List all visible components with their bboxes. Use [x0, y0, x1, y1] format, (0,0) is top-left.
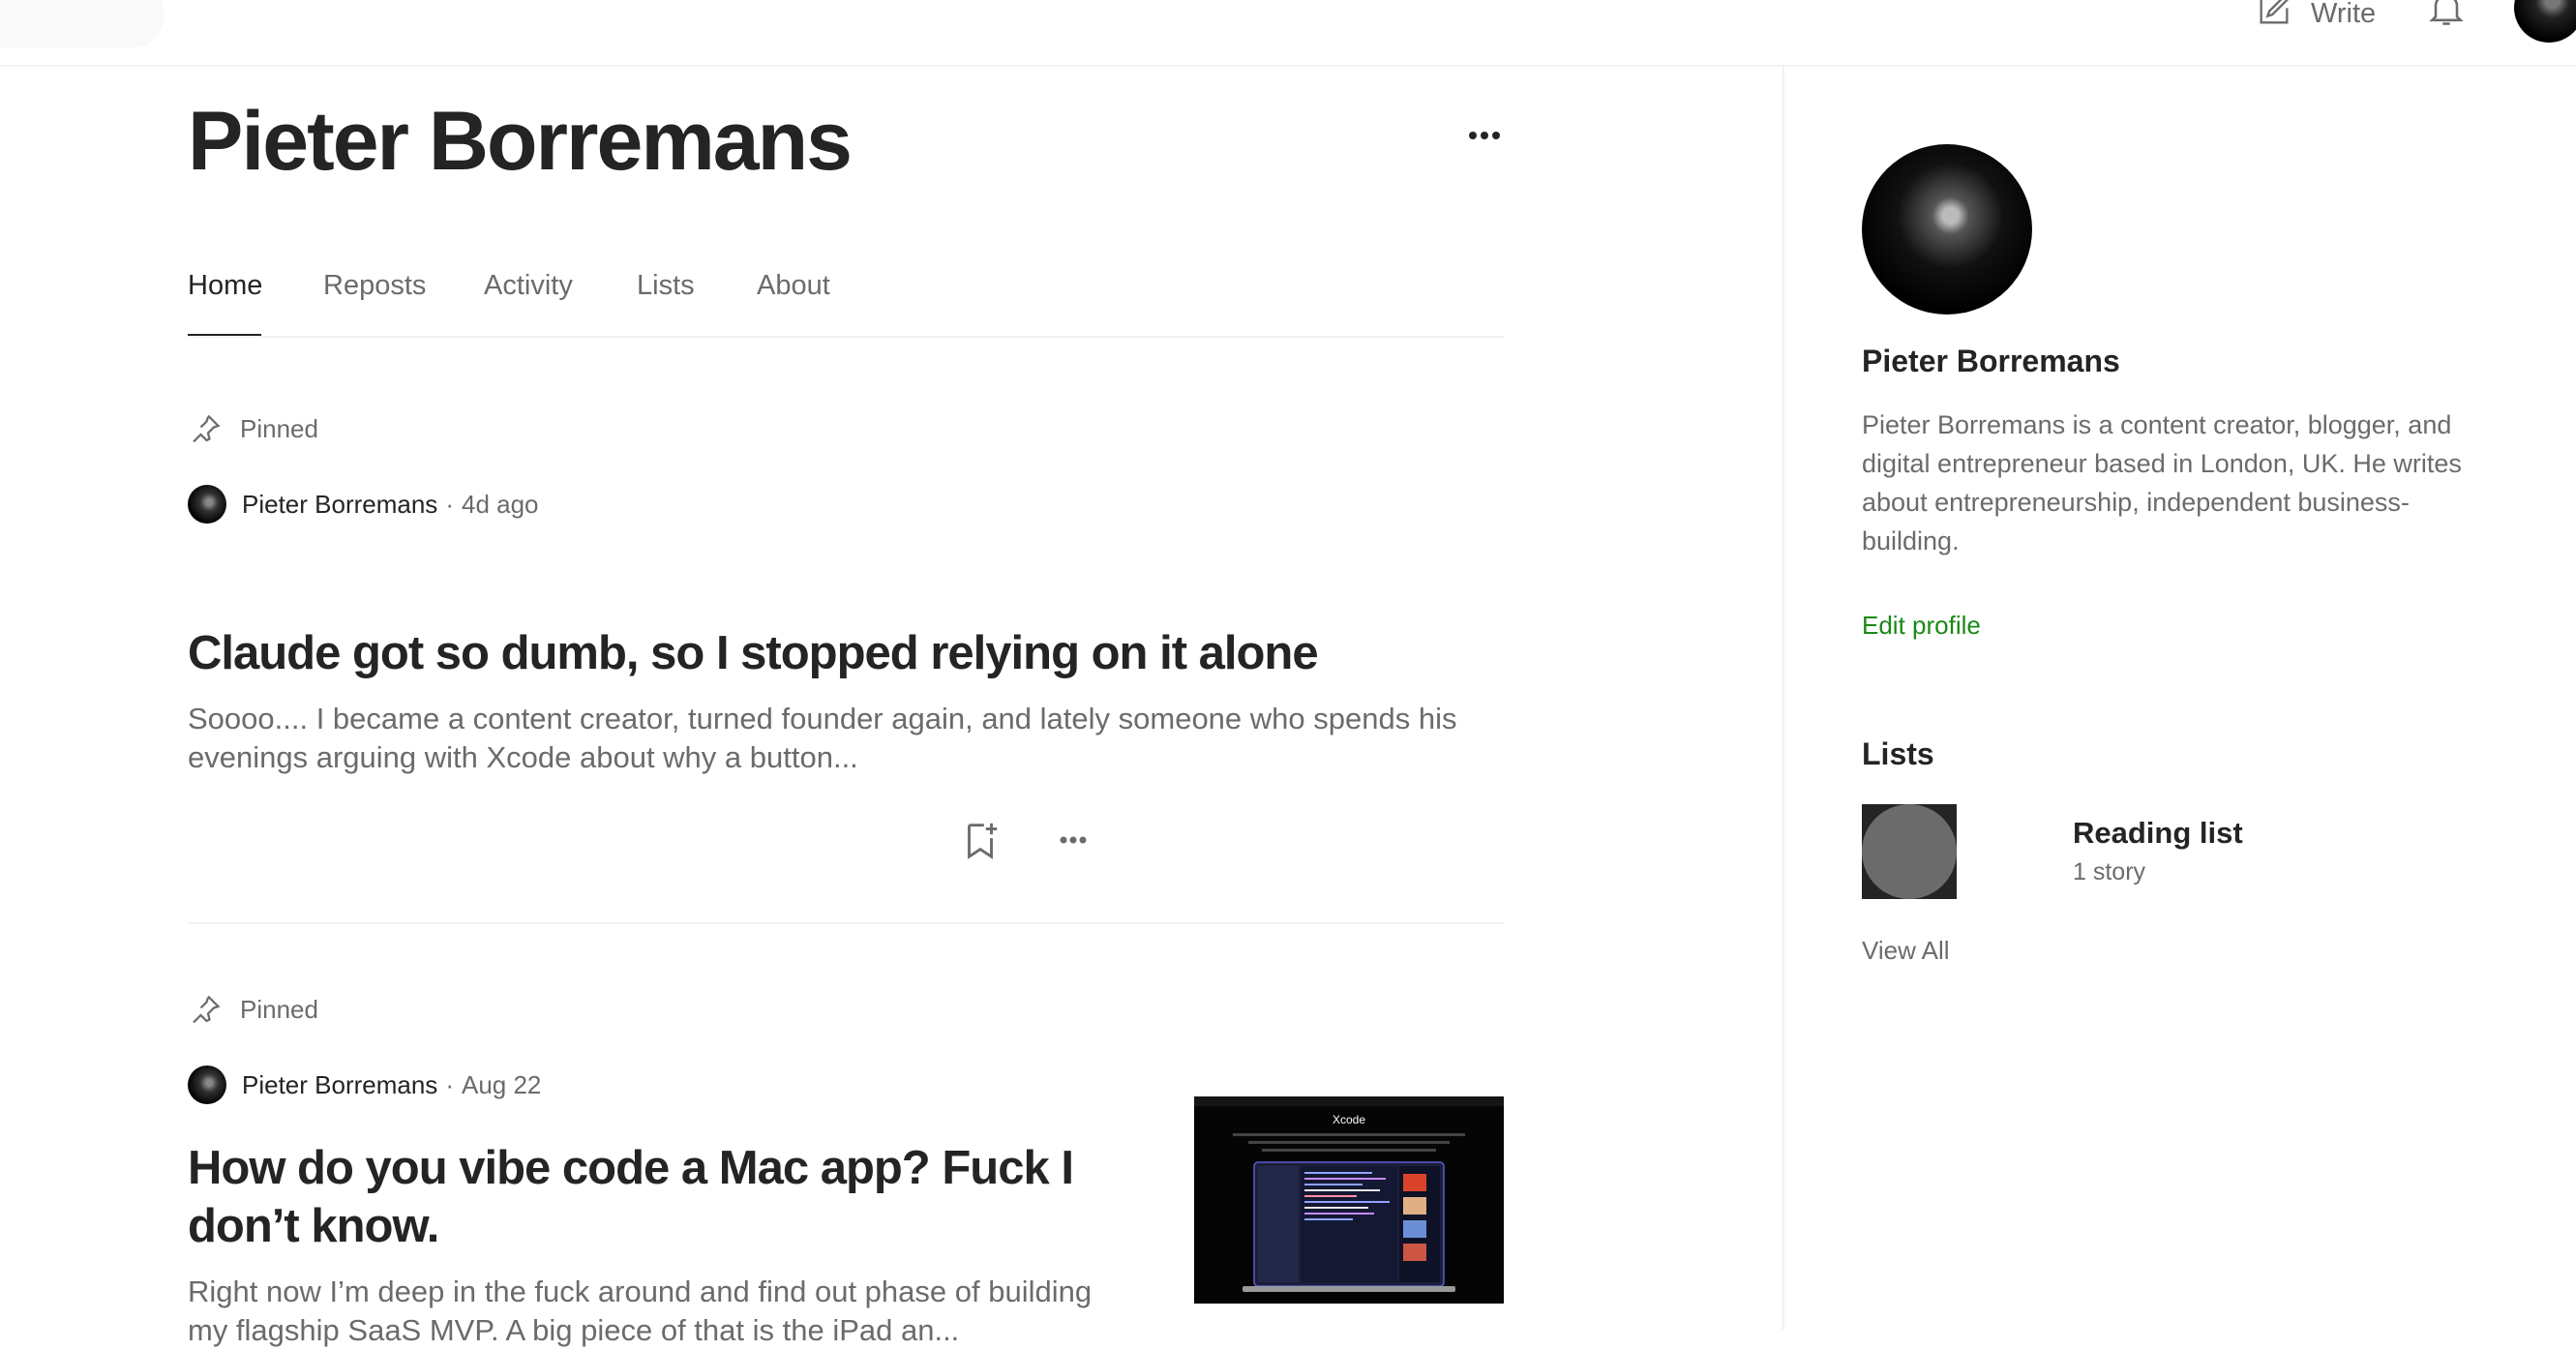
more-horizontal-icon: [1060, 836, 1087, 844]
post-title[interactable]: Claude got so dumb, so I stopped relying…: [188, 624, 1504, 682]
more-horizontal-icon: [1469, 132, 1500, 139]
meta-separator: ·: [445, 489, 454, 519]
bookmark-add-icon: [968, 823, 998, 859]
bookmark-button[interactable]: [958, 818, 1003, 867]
post-author-row: Pieter Borremans · 4d ago: [188, 485, 539, 524]
edit-profile-link[interactable]: Edit profile: [1862, 611, 1981, 641]
tab-activity[interactable]: Activity: [484, 270, 573, 302]
post-excerpt[interactable]: Soooo.... I became a content creator, tu…: [188, 700, 1504, 777]
profile-avatar: [1862, 144, 2032, 315]
pinned-label: Pinned: [240, 994, 318, 1024]
tab-lists[interactable]: Lists: [637, 270, 695, 302]
profile-tabs: Home Reposts Activity Lists About: [188, 258, 1504, 338]
post-excerpt[interactable]: Right now I’m deep in the fuck around an…: [188, 1273, 1117, 1350]
view-all-lists-link[interactable]: View All: [1862, 936, 1950, 966]
sidebar-profile-name: Pieter Borremans: [1862, 344, 2120, 378]
sidebar-divider: [1782, 65, 1784, 1330]
tab-home[interactable]: Home: [188, 270, 262, 302]
bell-icon: [2429, 0, 2464, 25]
tab-reposts[interactable]: Reposts: [323, 270, 426, 302]
list-name: Reading list: [2073, 816, 2243, 850]
post-author-row: Pieter Borremans · Aug 22: [188, 1065, 541, 1104]
profile-more-button[interactable]: [1455, 121, 1513, 150]
post-date: 4d ago: [461, 489, 539, 519]
notifications-button[interactable]: [2425, 0, 2468, 29]
author-avatar[interactable]: [188, 485, 226, 524]
profile-bio: Pieter Borremans is a content creator, b…: [1862, 410, 2462, 555]
lists-heading: Lists: [1862, 736, 1934, 771]
thumbnail-title: Xcode: [1333, 1113, 1365, 1126]
post-thumbnail[interactable]: Xcode: [1194, 1096, 1504, 1304]
meta-separator: ·: [445, 1069, 454, 1099]
post-title[interactable]: How do you vibe code a Mac app? Fuck I d…: [188, 1139, 1088, 1255]
pinned-label: Pinned: [240, 413, 318, 443]
post-more-button[interactable]: [1051, 818, 1095, 867]
author-avatar[interactable]: [188, 1065, 226, 1104]
author-name[interactable]: Pieter Borremans: [242, 1070, 437, 1100]
post-card: Pinned Pieter Borremans · Aug 22 How do …: [188, 924, 1504, 1347]
pinned-indicator: Pinned: [188, 411, 318, 446]
list-story-count: 1 story: [2073, 858, 2146, 885]
pencil-square-icon: [2255, 0, 2293, 37]
tab-about[interactable]: About: [757, 270, 830, 302]
xcode-screenshot-image: Xcode: [1194, 1096, 1504, 1304]
user-avatar[interactable]: [2514, 0, 2576, 43]
post-card: Pinned Pieter Borremans · 4d ago Claude …: [188, 411, 1504, 924]
post-actions: [958, 818, 1095, 867]
active-tab-indicator: [188, 334, 261, 336]
pinned-indicator: Pinned: [188, 992, 318, 1027]
list-item-reading-list[interactable]: Reading list 1 story: [1862, 804, 2442, 901]
pin-icon: [193, 995, 221, 1024]
list-thumbnail: [1862, 804, 1957, 899]
author-name[interactable]: Pieter Borremans: [242, 490, 437, 520]
page-title: Pieter Borremans: [188, 95, 853, 188]
pin-icon: [193, 414, 221, 443]
top-navigation-bar: Write: [0, 0, 2576, 67]
write-label: Write: [2311, 0, 2377, 29]
post-date: Aug 22: [461, 1069, 542, 1099]
search-bar[interactable]: [0, 0, 165, 48]
write-button[interactable]: Write: [2255, 0, 2376, 37]
